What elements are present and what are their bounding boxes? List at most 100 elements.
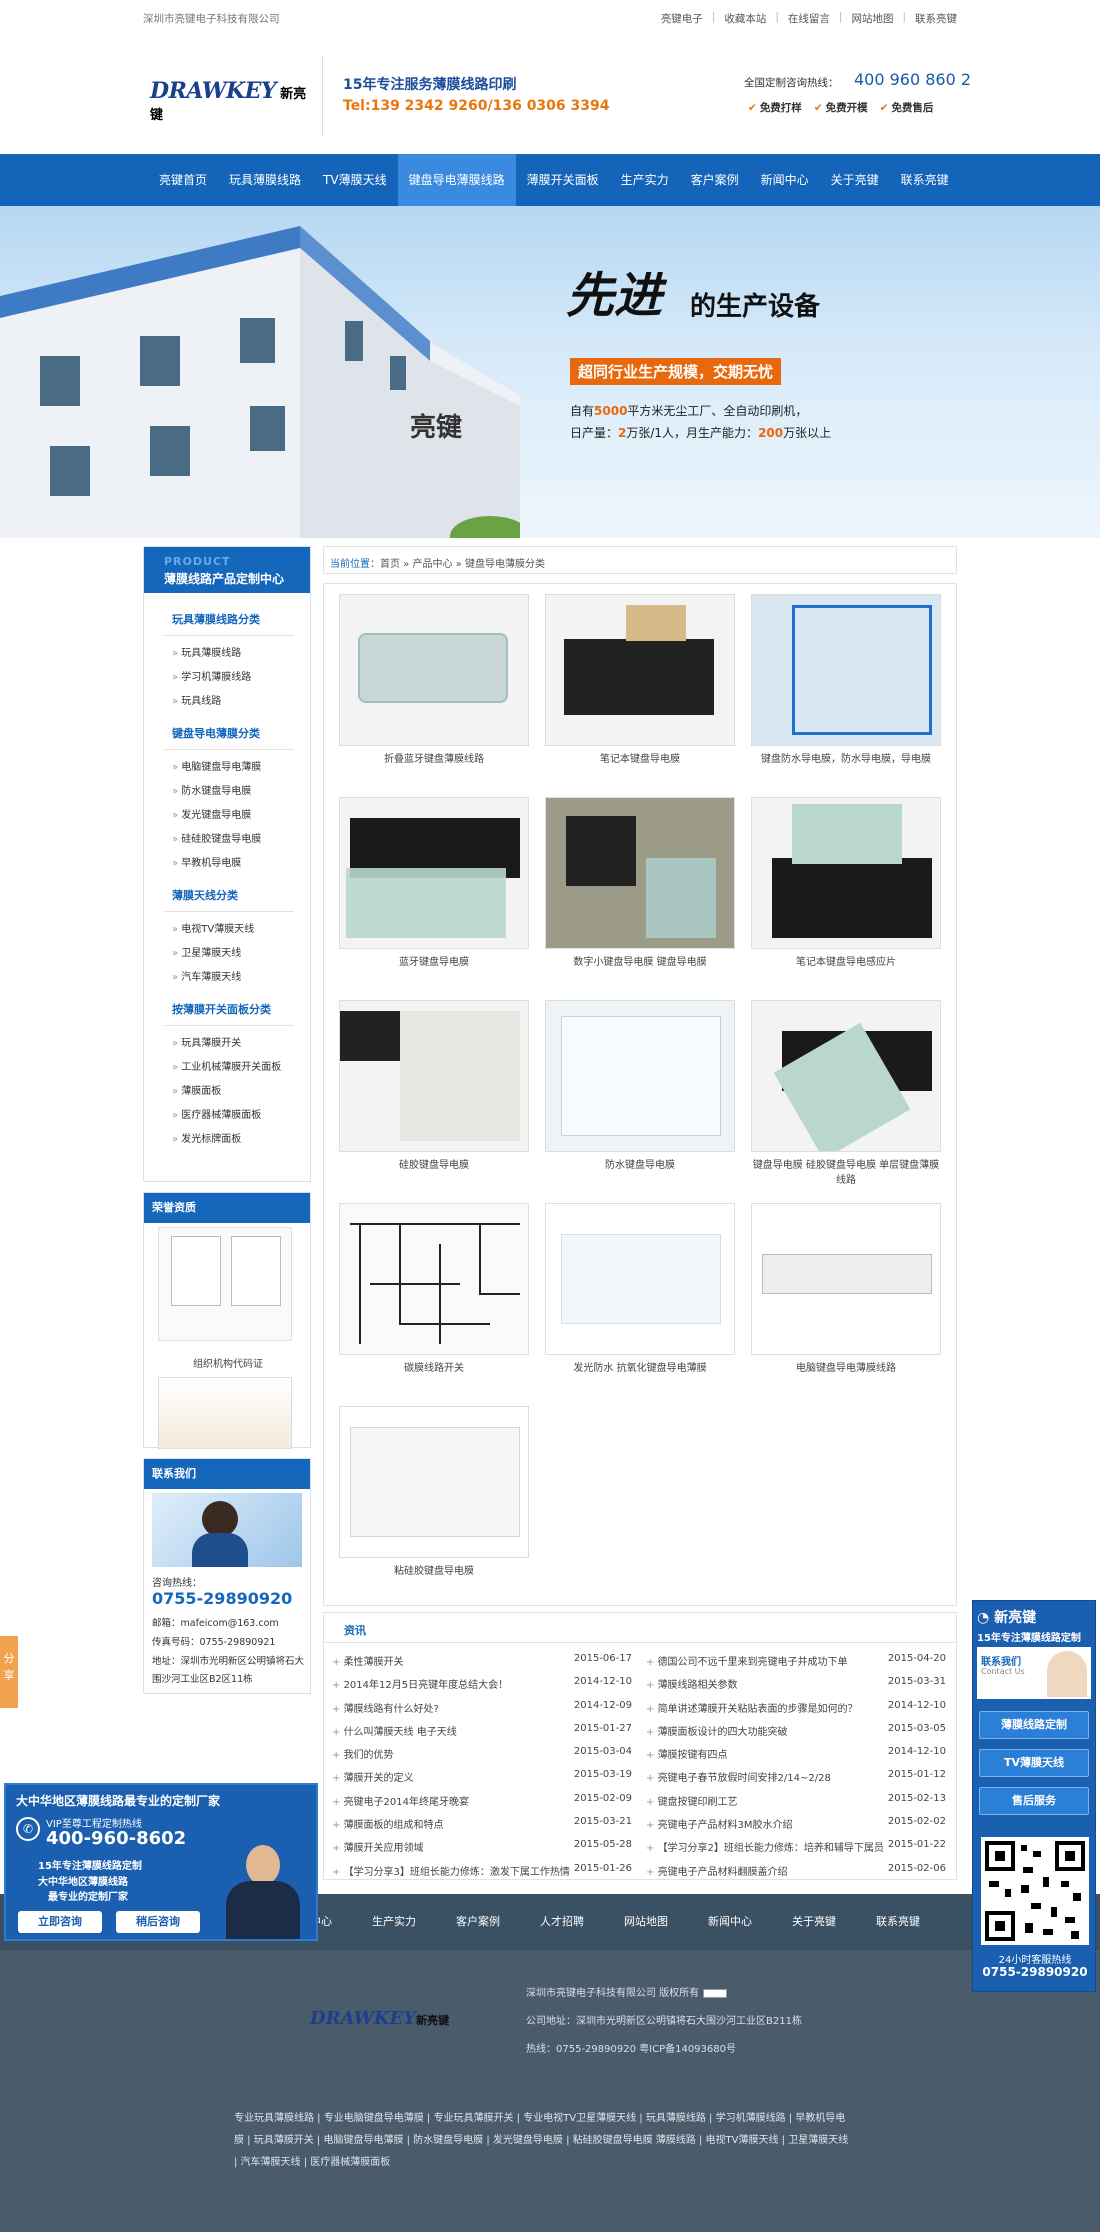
footer-nav-item[interactable]: 新闻中心 <box>708 1894 752 1950</box>
product-image[interactable] <box>545 797 735 949</box>
top-link-home[interactable]: 亮键电子 <box>661 11 703 26</box>
news-item[interactable]: 薄膜线路相关参数2015-03-31 <box>646 1676 946 1699</box>
news-item[interactable]: 【学习分享2】班组长能力修炼：培养和辅导下属员2015-01-22 <box>646 1839 946 1862</box>
category-item[interactable]: 防水键盘导电膜 <box>172 782 310 797</box>
category-item[interactable]: 玩具薄膜线路 <box>172 644 310 659</box>
site-logo[interactable]: DRAWKEY 新亮键 <box>150 78 310 123</box>
product-image[interactable] <box>339 1000 529 1152</box>
product-image[interactable] <box>339 797 529 949</box>
footer-nav-item[interactable]: 人才招聘 <box>540 1894 584 1950</box>
top-link-sitemap[interactable]: 网站地图 <box>851 11 893 26</box>
product-image[interactable] <box>751 797 941 949</box>
category-item[interactable]: 工业机械薄膜开关面板 <box>172 1058 310 1073</box>
float-contact-card[interactable]: 联系我们 Contact Us <box>977 1647 1091 1699</box>
product-card[interactable]: 键盘导电膜 硅胶键盘导电膜 单层键盘薄膜线路 <box>751 1000 941 1188</box>
category-item[interactable]: 早教机导电膜 <box>172 854 310 869</box>
product-card[interactable]: 硅胶键盘导电膜 <box>339 1000 529 1173</box>
category-item[interactable]: 玩具薄膜开关 <box>172 1034 310 1049</box>
category-title-switch[interactable]: 按薄膜开关面板分类 <box>172 1001 310 1017</box>
news-item[interactable]: 亮键电子产品材料翻膜盖介绍2015-02-06 <box>646 1863 946 1886</box>
news-item[interactable]: 2014年12月5日亮键年度总结大会！2014-12-10 <box>332 1676 632 1699</box>
category-title-toy[interactable]: 玩具薄膜线路分类 <box>172 611 310 627</box>
news-item[interactable]: 薄膜线路有什么好处?2014-12-09 <box>332 1700 632 1723</box>
news-item[interactable]: 亮键电子春节放假时间安排2/14~2/282015-01-12 <box>646 1769 946 1792</box>
news-item[interactable]: 亮键电子产品材料3M胶水介绍2015-02-02 <box>646 1816 946 1839</box>
news-item[interactable]: 柔性薄膜开关2015-06-17 <box>332 1653 632 1676</box>
breadcrumb-path[interactable]: 首页 » 产品中心 » 键盘导电薄膜分类 <box>380 559 545 570</box>
certificate-image-2[interactable] <box>158 1377 292 1449</box>
product-image[interactable] <box>339 1406 529 1558</box>
certificate-image[interactable] <box>158 1227 292 1341</box>
product-image[interactable] <box>751 1000 941 1152</box>
product-card[interactable]: 粘硅胶键盘导电膜 <box>339 1406 529 1579</box>
product-card[interactable]: 数字小键盘导电膜 键盘导电膜 <box>545 797 735 970</box>
product-card[interactable]: 蓝牙键盘导电膜 <box>339 797 529 970</box>
footer-nav-item[interactable]: 网站地图 <box>624 1894 668 1950</box>
category-item[interactable]: 发光键盘导电膜 <box>172 806 310 821</box>
product-image[interactable] <box>545 1203 735 1355</box>
news-item[interactable]: 我们的优势2015-03-04 <box>332 1746 632 1769</box>
news-item[interactable]: 薄膜按键有四点2014-12-10 <box>646 1746 946 1769</box>
nav-item-news[interactable]: 新闻中心 <box>750 154 820 206</box>
news-item[interactable]: 薄膜开关的定义2015-03-19 <box>332 1769 632 1792</box>
category-item[interactable]: 硅硅胶键盘导电膜 <box>172 830 310 845</box>
footer-nav-item[interactable]: 关于亮键 <box>792 1894 836 1950</box>
news-item[interactable]: 【学习分享3】班组长能力修炼：激发下属工作热情2015-01-26 <box>332 1863 632 1886</box>
category-title-keyboard[interactable]: 键盘导电薄膜分类 <box>172 725 310 741</box>
nav-item-contact[interactable]: 联系亮键 <box>890 154 960 206</box>
category-item[interactable]: 汽车薄膜天线 <box>172 968 310 983</box>
product-card[interactable]: 发光防水 抗氧化键盘导电薄膜 <box>545 1203 735 1376</box>
product-image[interactable] <box>545 594 735 746</box>
nav-item-about[interactable]: 关于亮键 <box>820 154 890 206</box>
category-item[interactable]: 学习机薄膜线路 <box>172 668 310 683</box>
category-item[interactable]: 电脑键盘导电薄膜 <box>172 758 310 773</box>
news-item[interactable]: 薄膜面板的组成和特点2015-03-21 <box>332 1816 632 1839</box>
nav-item-production[interactable]: 生产实力 <box>610 154 680 206</box>
product-card[interactable]: 笔记本键盘导电感应片 <box>751 797 941 970</box>
footer-nav-item[interactable]: 客户案例 <box>456 1894 500 1950</box>
top-link-message[interactable]: 在线留言 <box>788 11 830 26</box>
category-title-antenna[interactable]: 薄膜天线分类 <box>172 887 310 903</box>
category-item[interactable]: 医疗器械薄膜面板 <box>172 1106 310 1121</box>
nav-item-membrane-switch[interactable]: 薄膜开关面板 <box>516 154 610 206</box>
share-button[interactable]: 分享 <box>0 1636 18 1708</box>
nav-item-home[interactable]: 亮键首页 <box>148 154 218 206</box>
product-card[interactable]: 防水键盘导电膜 <box>545 1000 735 1173</box>
product-image[interactable] <box>751 594 941 746</box>
product-image[interactable] <box>751 1203 941 1355</box>
top-link-favorite[interactable]: 收藏本站 <box>724 11 766 26</box>
category-item[interactable]: 发光标牌面板 <box>172 1130 310 1145</box>
category-item[interactable]: 薄膜面板 <box>172 1082 310 1097</box>
footer-nav-item[interactable]: 生产实力 <box>372 1894 416 1950</box>
news-item[interactable]: 亮键电子2014年终尾牙晚宴2015-02-09 <box>332 1793 632 1816</box>
news-item[interactable]: 德国公司不远千里来到亮键电子并成功下单2015-04-20 <box>646 1653 946 1676</box>
news-item[interactable]: 薄膜开关应用领域2015-05-28 <box>332 1839 632 1862</box>
float-antenna-button[interactable]: TV薄膜天线 <box>979 1749 1089 1777</box>
nav-item-cases[interactable]: 客户案例 <box>680 154 750 206</box>
float-membrane-button[interactable]: 薄膜线路定制 <box>979 1711 1089 1739</box>
news-item[interactable]: 薄膜面板设计的四大功能突破2015-03-05 <box>646 1723 946 1746</box>
footer-nav-item[interactable]: 联系亮键 <box>876 1894 920 1950</box>
category-item[interactable]: 卫星薄膜天线 <box>172 944 310 959</box>
product-card[interactable]: 碳膜线路开关 <box>339 1203 529 1376</box>
top-link-contact[interactable]: 联系亮键 <box>915 11 957 26</box>
product-image[interactable] <box>339 594 529 746</box>
product-image[interactable] <box>339 1203 529 1355</box>
news-item[interactable]: 键盘按键印刷工艺2015-02-13 <box>646 1793 946 1816</box>
product-card[interactable]: 折叠蓝牙键盘薄膜线路 <box>339 594 529 767</box>
nav-item-keyboard-membrane[interactable]: 键盘导电薄膜线路 <box>397 154 516 206</box>
consult-now-button[interactable]: 立即咨询 <box>18 1911 102 1933</box>
footer-links[interactable]: 专业玩具薄膜线路 | 专业电脑键盘导电薄膜 | 专业玩具薄膜开关 | 专业电视T… <box>234 2108 854 2174</box>
hero-banner[interactable]: 亮键 先进 的生产设备 超同行业生产规模，交期无忧 自有5000平方米无尘工厂、… <box>0 206 1100 538</box>
category-item[interactable]: 玩具线路 <box>172 692 310 707</box>
nav-item-tv-antenna[interactable]: TV薄膜天线 <box>312 154 398 206</box>
category-item[interactable]: 电视TV薄膜天线 <box>172 920 310 935</box>
product-card[interactable]: 电脑键盘导电薄膜线路 <box>751 1203 941 1376</box>
news-item[interactable]: 简单讲述薄膜开关粘贴表面的步骤是如何的？2014-12-10 <box>646 1700 946 1723</box>
news-item[interactable]: 什么叫薄膜天线 电子天线2015-01-27 <box>332 1723 632 1746</box>
product-image[interactable] <box>545 1000 735 1152</box>
product-card[interactable]: 笔记本键盘导电膜 <box>545 594 735 767</box>
float-service-button[interactable]: 售后服务 <box>979 1787 1089 1815</box>
consult-later-button[interactable]: 稍后咨询 <box>116 1911 200 1933</box>
product-card[interactable]: 键盘防水导电膜，防水导电膜，导电膜 <box>751 594 941 767</box>
